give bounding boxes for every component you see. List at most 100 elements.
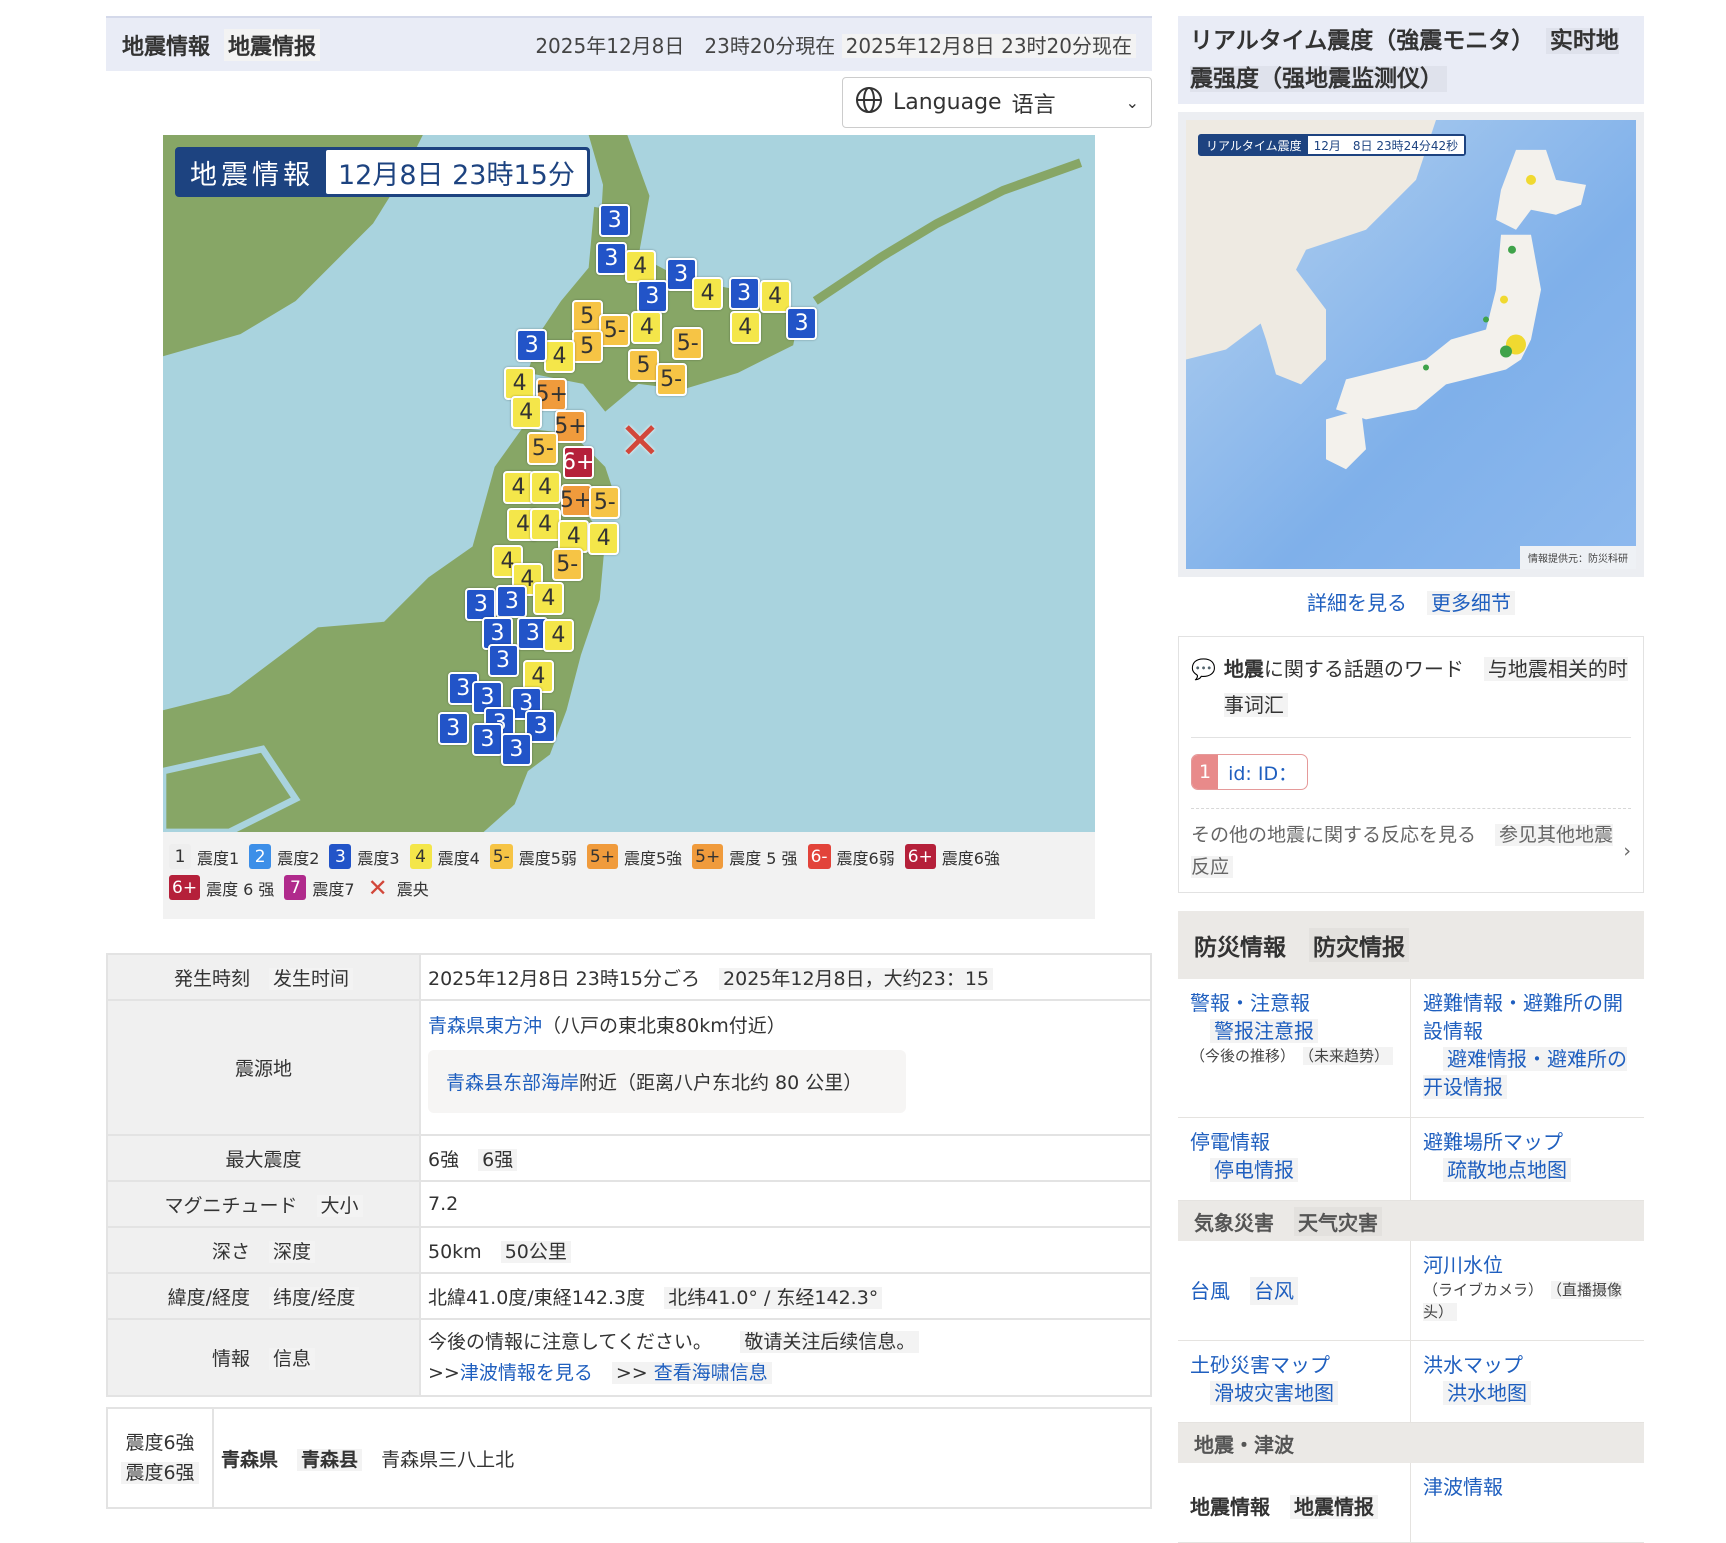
topic-title: に関する話題のワード: [1263, 657, 1464, 681]
legend-label: 震度5強: [623, 848, 683, 868]
tsunami-info-link[interactable]: 津波情報: [1411, 1463, 1644, 1543]
intensity-map[interactable]: 地震情報 12月8日 23時15分 3 3 4 3 3 4 3 4 3 4 5 5- 4 5- 5 4 3 5 5-…: [163, 135, 1095, 832]
link-zh[interactable]: 停电情报: [1210, 1158, 1298, 1182]
link-zh[interactable]: 洪水地图: [1443, 1381, 1531, 1405]
intensity-marker: 3: [496, 584, 528, 618]
realtime-more: 詳細を見る 更多细节: [1178, 587, 1644, 616]
link-zh[interactable]: 滑坡灾害地图: [1210, 1381, 1338, 1405]
legend-label: 震度1: [197, 848, 240, 868]
tsunami-link[interactable]: 津波情報を見る: [460, 1362, 593, 1384]
intensity-marker: 3: [472, 722, 504, 756]
intensity-marker: 4: [588, 521, 620, 555]
chevron-down-icon: ⌄: [1125, 93, 1139, 112]
intensity-marker: 5: [571, 300, 603, 334]
row-value: 7.2: [419, 1180, 1152, 1228]
link-ja[interactable]: 避難情報・避難所の開設情報: [1423, 991, 1623, 1043]
intensity-marker: 4: [692, 277, 724, 311]
row-label: 緯度/経度 纬度/经度: [106, 1272, 421, 1320]
map-land: [163, 135, 1083, 832]
legend-swatch: 6+: [904, 844, 936, 869]
link-ja[interactable]: 停電情報: [1190, 1130, 1270, 1154]
intensity-marker: 5-: [527, 431, 559, 465]
legend-item: 6+ 震度 6 强: [169, 875, 274, 900]
page-title-translation: 地震情报: [224, 28, 321, 61]
link-ja[interactable]: 警報・注意報: [1190, 991, 1310, 1015]
link-ja[interactable]: 土砂災害マップ: [1190, 1353, 1330, 1377]
link-zh[interactable]: 疏散地点地图: [1443, 1158, 1571, 1182]
value-zh: 北纬41.0° / 东经142.3°: [664, 1286, 883, 1309]
intensity-level: 震度6強 震度6强: [106, 1407, 214, 1509]
intensity-by-region-table: 震度6強 震度6强 青森県 青森县 青森県三八上北: [106, 1407, 1152, 1509]
prefecture-zh: 青森县: [297, 1448, 363, 1471]
link-ja[interactable]: 河川水位: [1423, 1253, 1503, 1277]
intensity-marker: 3: [599, 204, 631, 238]
river-level-link[interactable]: 河川水位 （ライブカメラ） （直播摄像头）: [1411, 1241, 1644, 1341]
legend-item: 6+ 震度6強: [904, 844, 1000, 869]
table-row: 最大震度 6強 6强: [106, 1134, 1152, 1182]
disaster-title-zh: 防灾情报: [1309, 928, 1409, 962]
map-time: 12月8日 23時15分: [326, 150, 587, 194]
topic-title-bold: 地震: [1223, 657, 1264, 681]
row-label: 最大震度: [106, 1134, 421, 1182]
legend-label: 震度3: [357, 848, 400, 868]
landslide-map-link[interactable]: 土砂災害マップ滑坡灾害地图: [1178, 1341, 1411, 1423]
epicenter-zh-rest: 附近（距离八户东北约 80 公里）: [579, 1071, 863, 1094]
table-row: 情報 信息 今後の情報に注意してください。 敬请关注后续信息。 >>津波情報を見…: [106, 1318, 1152, 1397]
tsunami-link-zh[interactable]: 查看海啸信息: [654, 1362, 768, 1384]
label-zh: 深度: [269, 1240, 316, 1263]
legend-label: 震度4: [437, 848, 480, 868]
legend-swatch: 1: [169, 844, 191, 869]
legend-label: 震度 6 强: [206, 879, 275, 899]
intensity-marker: 4: [631, 311, 663, 345]
flood-map-link[interactable]: 洪水マップ洪水地图: [1411, 1341, 1644, 1423]
language-select[interactable]: Language 语言 ⌄: [842, 77, 1152, 128]
map-title: 地震情報: [190, 159, 314, 191]
update-time-ja: 2025年12月8日 23時20分現在: [535, 34, 836, 58]
row-value: 青森県東方沖（八戸の東北東80km付近） 青森县东部海岸附近（距离八户东北约 8…: [419, 999, 1152, 1136]
epicenter-translation: 青森县东部海岸附近（距离八户东北约 80 公里）: [428, 1049, 906, 1113]
intensity-marker: 5+: [554, 409, 587, 443]
epicenter-link[interactable]: 青森県東方沖: [428, 1015, 542, 1037]
power-outage-link[interactable]: 停電情報停电情报: [1178, 1118, 1411, 1201]
details-link-zh[interactable]: 更多细节: [1427, 591, 1515, 615]
row-value: 6強 6强: [419, 1134, 1152, 1182]
earthquake-details-table: 発生時刻 发生时间 2025年12月8日 23時15分ごろ 2025年12月8日…: [106, 953, 1152, 1397]
intensity-marker: 5+: [560, 483, 592, 517]
weather-heading: 気象災害: [1194, 1210, 1274, 1235]
value-zh: 6强: [478, 1148, 518, 1171]
legend-item: 1 震度1: [169, 844, 239, 869]
link-zh[interactable]: 台风: [1250, 1276, 1298, 1305]
evacuation-link[interactable]: 避難情報・避難所の開設情報 避难情报・避难所の开设情报: [1411, 979, 1644, 1118]
legend-label: 震度7: [312, 879, 355, 899]
region-places: 青森県三八上北: [381, 1448, 515, 1471]
epicenter-note: （八戸の東北東80km付近）: [542, 1014, 786, 1037]
intensity-marker: 5-: [672, 326, 704, 360]
quake-info-link[interactable]: 地震情報 地震情报: [1178, 1463, 1411, 1543]
main-column: 地震情報 地震情报 2025年12月8日 23時20分現在 2025年12月8日…: [106, 16, 1152, 1509]
realtime-map[interactable]: リアルタイム震度 12月 8日 23時24分42秒 情報提供元：防災科研: [1186, 120, 1636, 569]
realtime-badge-label: リアルタイム震度: [1206, 138, 1302, 153]
legend-label: 震度6強: [941, 848, 1000, 868]
topic-chip[interactable]: 1 id: ID：: [1191, 754, 1309, 790]
link-zh[interactable]: 避难情报・避难所の开设情报: [1423, 1047, 1627, 1099]
link-ja[interactable]: 台風: [1190, 1277, 1230, 1305]
table-row: 震源地 青森県東方沖（八戸の東北東80km付近） 青森县东部海岸附近（距离八户东…: [106, 999, 1152, 1136]
row-label: 震源地: [106, 999, 421, 1136]
table-row: 震度6強 震度6强 青森県 青森县 青森県三八上北: [106, 1407, 1152, 1509]
shelter-map-link[interactable]: 避難場所マップ疏散地点地图: [1411, 1118, 1644, 1201]
warnings-link[interactable]: 警報・注意報 警报注意报 （今後の推移） （未来趋势）: [1178, 979, 1411, 1118]
typhoon-link[interactable]: 台風 台风: [1178, 1241, 1411, 1341]
map-legend: 1 震度1 2 震度2 3 震度3 4 震度4 5- 震度5弱 5+ 震度5強 5+ 震度 5 强 6- 震度…: [163, 832, 1095, 919]
link-zh[interactable]: 警报注意报: [1210, 1019, 1318, 1043]
link-ja[interactable]: 津波情報: [1423, 1475, 1503, 1499]
details-link[interactable]: 詳細を見る: [1307, 591, 1407, 615]
intensity-marker: 4: [529, 470, 561, 504]
more-reactions-link[interactable]: その他の地震に関する反応を見る 参见其他地震反应 ›: [1191, 819, 1631, 883]
epicenter-zh-link[interactable]: 青森县东部海岸: [446, 1072, 579, 1094]
level-ja: 震度6強: [125, 1432, 195, 1454]
row-label: 情報 信息: [106, 1318, 421, 1397]
legend-item: ✕ 震央: [365, 874, 429, 902]
link-ja[interactable]: 避難場所マップ: [1423, 1130, 1563, 1154]
intensity-marker: 5: [628, 349, 659, 383]
link-ja[interactable]: 洪水マップ: [1423, 1353, 1523, 1377]
